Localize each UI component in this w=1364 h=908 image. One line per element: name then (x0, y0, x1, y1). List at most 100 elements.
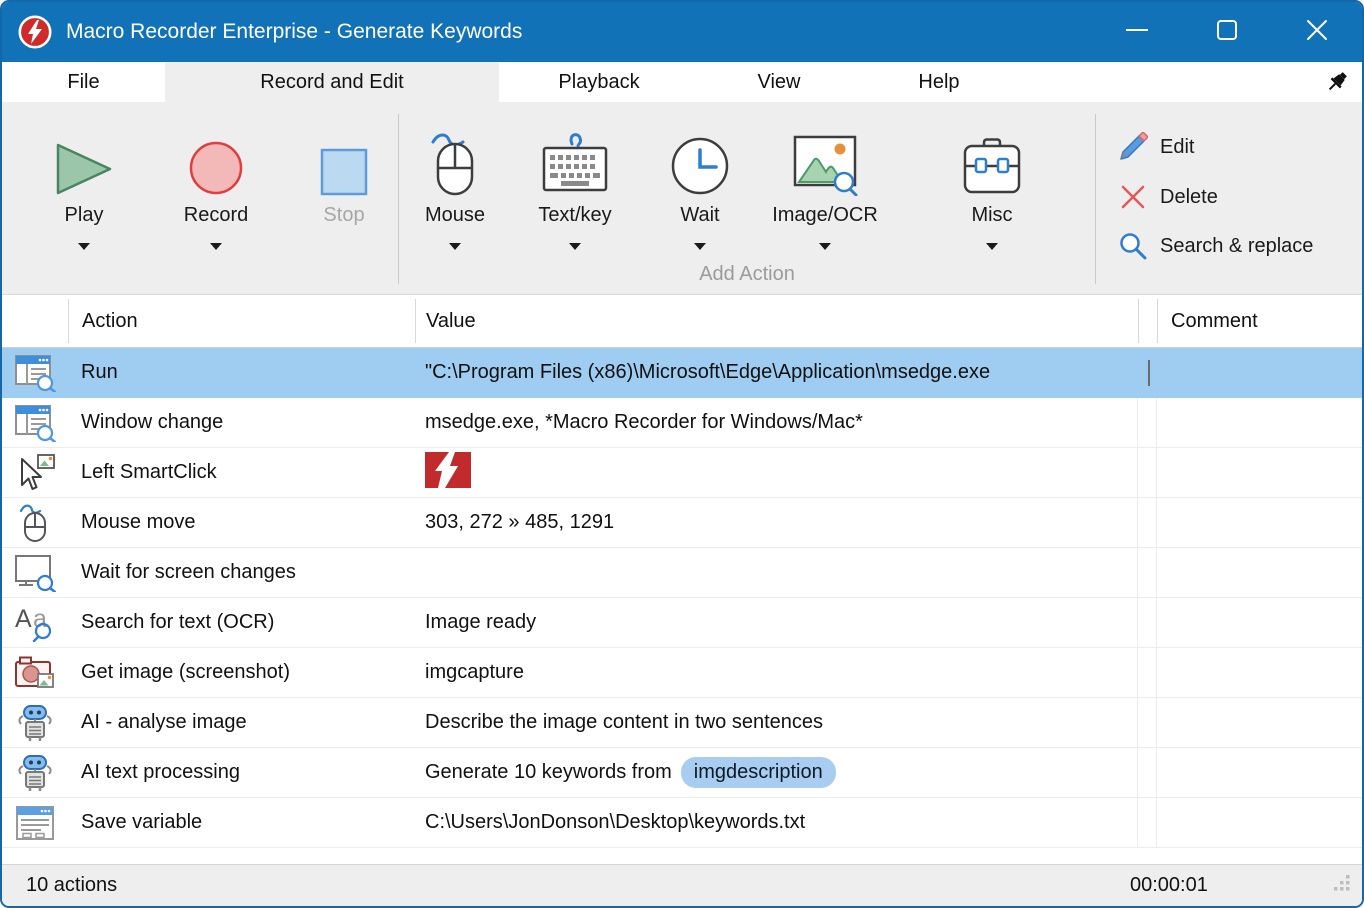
dropdown-arrow-icon[interactable] (210, 243, 222, 250)
gap-cell (1138, 498, 1157, 547)
comment-cell (1157, 698, 1362, 747)
value-cell: msedge.exe, *Macro Recorder for Windows/… (415, 398, 1138, 447)
tab-playback[interactable]: Playback (499, 62, 699, 102)
gap-cell (1138, 648, 1157, 697)
delete-label: Delete (1160, 186, 1218, 209)
titlebar: Macro Recorder Enterprise - Generate Key… (2, 2, 1362, 62)
robot-icon (2, 698, 68, 747)
comment-cell (1157, 348, 1362, 397)
wait-label: Wait (680, 204, 719, 230)
value-cell (415, 448, 1138, 497)
misc-label: Misc (971, 204, 1012, 230)
mouse-label: Mouse (425, 204, 485, 230)
dropdown-arrow-icon[interactable] (449, 243, 461, 250)
action-cell: Mouse move (68, 498, 415, 547)
window-search-icon (2, 348, 68, 397)
smartclick-image-thumbnail (425, 452, 471, 494)
delete-button[interactable]: Delete (1118, 184, 1313, 210)
screen-search-icon (2, 548, 68, 597)
edit-button[interactable]: Edit (1118, 132, 1313, 162)
value-cell (415, 548, 1138, 597)
table-header: Action Value Comment (2, 295, 1362, 348)
close-icon (1304, 17, 1330, 48)
resize-grip-icon[interactable] (1332, 873, 1352, 898)
statusbar: 10 actions 00:00:01 (2, 864, 1362, 906)
table-row-run[interactable]: Run "C:\Program Files (x86)\Microsoft\Ed… (2, 348, 1362, 398)
comment-cell (1157, 648, 1362, 697)
comment-column-header[interactable]: Comment (1157, 299, 1362, 343)
action-cell: Run (68, 348, 415, 397)
macro-recorder-logo-icon (18, 15, 52, 49)
dropdown-arrow-icon[interactable] (694, 243, 706, 250)
action-column-header[interactable]: Action (68, 299, 415, 343)
action-cell: Search for text (OCR) (68, 598, 415, 647)
table-row-search-for-text-ocr[interactable]: Aa Search for text (OCR) Image ready (2, 598, 1362, 648)
gap-column-header (1138, 299, 1157, 343)
search-replace-button[interactable]: Search & replace (1118, 232, 1313, 260)
app-window: Macro Recorder Enterprise - Generate Key… (0, 0, 1364, 908)
pencil-icon (1118, 132, 1148, 162)
macro-duration: 00:00:01 (1130, 874, 1208, 897)
cursor-image-icon (2, 448, 68, 497)
dropdown-arrow-icon[interactable] (819, 243, 831, 250)
play-icon (55, 130, 113, 196)
table-row-ai-analyse-image[interactable]: AI - analyse image Describe the image co… (2, 698, 1362, 748)
tab-file[interactable]: File (2, 62, 165, 102)
play-label: Play (65, 204, 104, 230)
action-cell: Get image (screenshot) (68, 648, 415, 697)
dropdown-arrow-icon[interactable] (986, 243, 998, 250)
mouse-small-icon (2, 498, 68, 547)
close-button[interactable] (1272, 2, 1362, 62)
tab-record-and-edit[interactable]: Record and Edit (165, 62, 499, 102)
record-button[interactable]: Record (142, 102, 290, 294)
table-row-window-change[interactable]: Window change msedge.exe, *Macro Recorde… (2, 398, 1362, 448)
window-title: Macro Recorder Enterprise - Generate Key… (66, 20, 1092, 44)
camera-icon (2, 648, 68, 697)
robot-icon (2, 748, 68, 797)
menubar: File Record and Edit Playback View Help (2, 62, 1362, 102)
action-cell: AI - analyse image (68, 698, 415, 747)
dropdown-arrow-icon[interactable] (569, 243, 581, 250)
value-cell: Describe the image content in two senten… (415, 698, 1138, 747)
variable-chip[interactable]: imgdescription (681, 757, 836, 788)
value-cell: Generate 10 keywords fromimgdescription (415, 748, 1138, 797)
value-column-header[interactable]: Value (415, 299, 1138, 343)
stop-icon (320, 130, 368, 196)
pin-icon[interactable] (1324, 69, 1350, 100)
ribbon-divider (1095, 114, 1096, 284)
edit-label: Edit (1160, 136, 1194, 159)
action-cell: Wait for screen changes (68, 548, 415, 597)
table-row-save-variable[interactable]: Save variable C:\Users\JonDonson\Desktop… (2, 798, 1362, 848)
tab-view[interactable]: View (699, 62, 859, 102)
actions-count: 10 actions (26, 874, 117, 897)
minimize-button[interactable] (1092, 2, 1182, 62)
delete-x-icon (1118, 184, 1148, 210)
table-row-mouse-move[interactable]: Mouse move 303, 272 » 485, 1291 (2, 498, 1362, 548)
maximize-button[interactable] (1182, 2, 1272, 62)
action-cell: AI text processing (68, 748, 415, 797)
action-cell: Left SmartClick (68, 448, 415, 497)
table-row-ai-text-processing[interactable]: AI text processing Generate 10 keywords … (2, 748, 1362, 798)
gap-cell (1138, 348, 1157, 397)
clock-icon (670, 130, 730, 196)
action-cell: Window change (68, 398, 415, 447)
tab-help[interactable]: Help (859, 62, 1019, 102)
table-row-wait-for-screen-changes[interactable]: Wait for screen changes (2, 548, 1362, 598)
text-key-label: Text/key (538, 204, 611, 230)
image-ocr-label: Image/OCR (772, 204, 878, 230)
action-list: Run "C:\Program Files (x86)\Microsoft\Ed… (2, 348, 1362, 848)
dropdown-arrow-icon[interactable] (78, 243, 90, 250)
text-cursor (1148, 360, 1150, 386)
comment-cell (1157, 398, 1362, 447)
play-button[interactable]: Play (26, 102, 142, 294)
document-icon (2, 798, 68, 847)
comment-cell (1157, 798, 1362, 847)
stop-button[interactable]: Stop (290, 102, 398, 294)
stop-label: Stop (323, 204, 364, 230)
minimize-icon (1124, 17, 1150, 48)
gap-cell (1138, 548, 1157, 597)
table-row-get-image-screenshot[interactable]: Get image (screenshot) imgcapture (2, 648, 1362, 698)
record-icon (188, 130, 244, 196)
table-row-left-smartclick[interactable]: Left SmartClick (2, 448, 1362, 498)
add-action-group: Mouse Text/key Wait Image/OCR Misc Add A… (399, 102, 1095, 294)
